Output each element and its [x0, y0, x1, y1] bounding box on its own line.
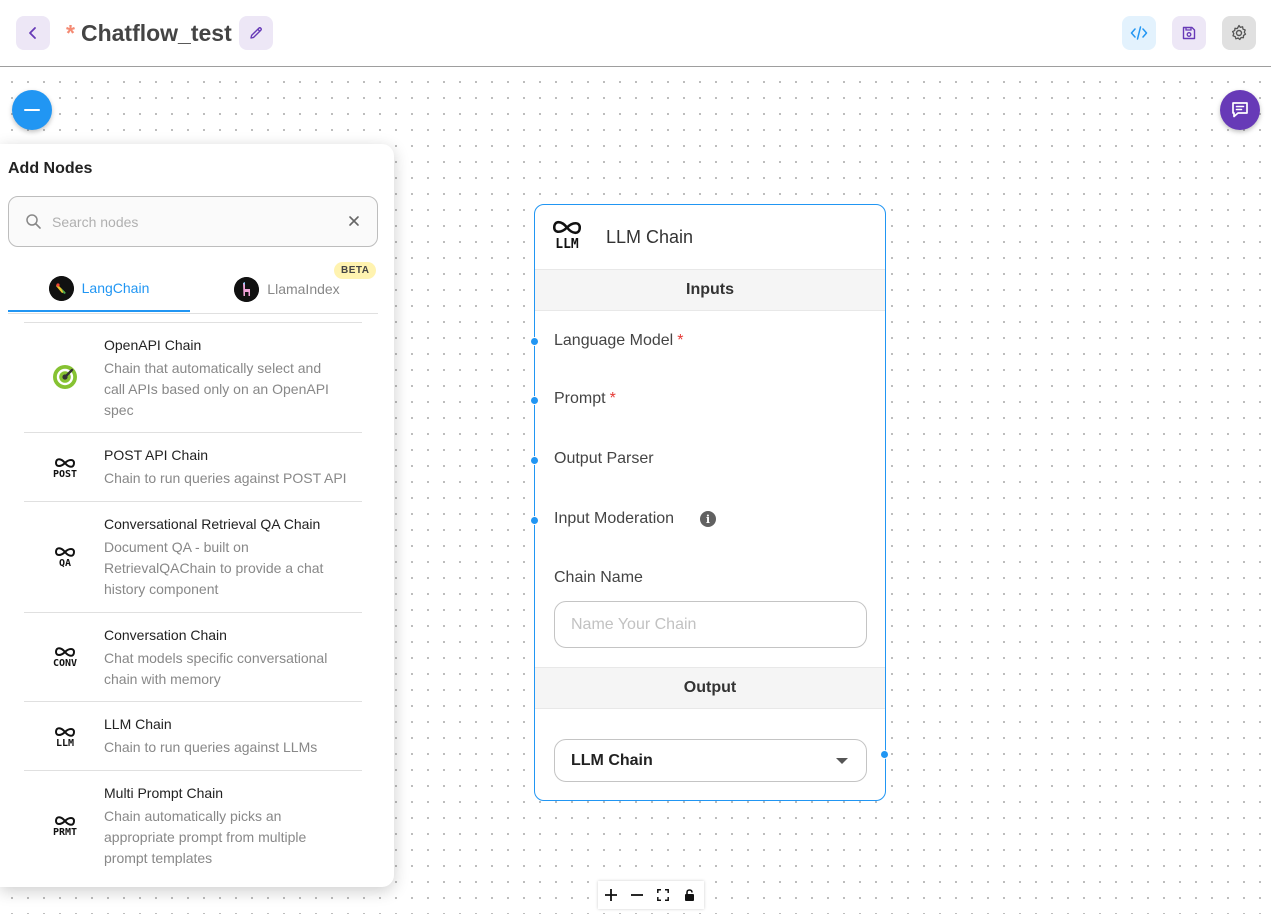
node-list[interactable]: OpenAPI Chain Chain that automatically s… [24, 316, 362, 887]
unsaved-marker: * [66, 19, 75, 46]
tab-llamaindex-label: LlamaIndex [267, 281, 340, 297]
llm-logo-icon: LLM [551, 219, 583, 251]
langchain-parrot-icon [48, 275, 74, 301]
handle-output-parser[interactable] [530, 456, 539, 465]
list-item-openapi-chain[interactable]: OpenAPI Chain Chain that automatically s… [24, 322, 362, 432]
canvas-controls [598, 881, 704, 909]
list-item-description: Chain to run queries against POST API [104, 470, 347, 486]
input-output-parser: Output Parser [554, 450, 654, 467]
qa-chain-icon: QA [48, 540, 82, 574]
node-header: LLM LLM Chain [535, 205, 885, 270]
required-marker: * [609, 390, 616, 407]
edit-title-button[interactable] [239, 16, 273, 50]
input-input-moderation: Input Moderation [554, 510, 675, 527]
chat-message-icon [1232, 102, 1248, 118]
conv-chain-icon: CONV [48, 640, 82, 674]
save-icon [1182, 26, 1196, 40]
handle-input-moderation[interactable] [530, 516, 539, 525]
llm-chain-node[interactable]: LLM LLM Chain Inputs Language Model * Pro… [534, 204, 886, 801]
list-item-name: LLM Chain [104, 716, 172, 732]
tab-langchain-label: LangChain [81, 280, 150, 296]
plus-icon [605, 889, 617, 901]
gear-icon [1231, 24, 1247, 41]
list-item-description: Document QA - built on RetrievalQAChain … [104, 539, 324, 597]
handle-output[interactable] [880, 750, 889, 759]
chatflow-title: * Chatflow_test [66, 16, 232, 50]
lock-icon [684, 889, 694, 901]
openapi-icon [48, 360, 82, 394]
settings-button[interactable] [1222, 16, 1256, 50]
input-prompt: Prompt * [554, 390, 616, 407]
chain-name-label: Chain Name [554, 569, 643, 586]
list-item-name: Multi Prompt Chain [104, 785, 224, 801]
toolbar-header: * Chatflow_test [0, 0, 1271, 67]
output-select-value: LLM Chain [571, 751, 653, 769]
handle-prompt[interactable] [530, 396, 539, 405]
list-item-name: POST API Chain [104, 447, 209, 463]
prmt-chain-icon: PRMT [48, 809, 82, 843]
back-button[interactable] [16, 16, 50, 50]
open-chat-button[interactable] [1220, 90, 1260, 130]
caret-down-icon [836, 758, 848, 764]
zoom-in-button[interactable] [598, 881, 624, 909]
framework-tabs: LangChain LlamaIndex [8, 266, 378, 314]
list-item-description: Chain that automatically select and call… [104, 360, 329, 418]
list-item-description: Chain automatically picks an appropriate… [104, 808, 307, 866]
list-item-name: Conversation Chain [104, 627, 227, 643]
clear-search-icon[interactable] [347, 214, 361, 228]
search-input[interactable] [52, 211, 342, 233]
required-marker: * [677, 332, 684, 349]
list-item-name: Conversational Retrieval QA Chain [104, 516, 321, 532]
minus-icon [24, 109, 40, 111]
list-item-conversation-chain[interactable]: CONV Conversation Chain Chat models spec… [24, 612, 362, 701]
input-language-model: Language Model * [554, 332, 684, 349]
zoom-out-button[interactable] [624, 881, 650, 909]
node-title: LLM Chain [606, 227, 694, 247]
fit-view-button[interactable] [650, 881, 676, 909]
close-add-nodes-button[interactable] [12, 90, 52, 130]
fullscreen-icon [657, 889, 669, 901]
minus-icon [631, 894, 643, 896]
llamaindex-llama-icon [234, 276, 260, 302]
output-section-header: Output [535, 667, 885, 709]
api-code-button[interactable] [1122, 16, 1156, 50]
tab-langchain[interactable]: LangChain [8, 266, 190, 312]
list-item-description: Chat models specific conversational chai… [104, 650, 328, 687]
inputs-section-header: Inputs [535, 269, 885, 311]
add-nodes-panel: Add Nodes LangChain LlamaIndex BETA Op [0, 144, 394, 887]
list-item-multi-prompt-chain[interactable]: PRMT Multi Prompt Chain Chain automatica… [24, 770, 362, 887]
list-item-conversational-retrieval-qa-chain[interactable]: QA Conversational Retrieval QA Chain Doc… [24, 501, 362, 612]
panel-title: Add Nodes [8, 160, 93, 177]
list-item-description: Chain to run queries against LLMs [104, 739, 318, 755]
code-icon [1130, 26, 1148, 40]
search-icon [26, 214, 41, 229]
list-item-llm-chain[interactable]: LLM LLM Chain Chain to run queries again… [24, 701, 362, 770]
pencil-icon [250, 27, 262, 39]
chevron-left-icon [29, 27, 36, 39]
handle-language-model[interactable] [530, 337, 539, 346]
chatflow-name: Chatflow_test [80, 19, 232, 46]
list-item-name: OpenAPI Chain [104, 337, 202, 353]
lock-button[interactable] [676, 881, 702, 909]
post-chain-icon: POST [48, 451, 82, 485]
beta-badge: BETA [334, 262, 377, 279]
save-button[interactable] [1172, 16, 1206, 50]
info-icon[interactable]: i [700, 511, 716, 527]
output-select[interactable]: LLM Chain [554, 739, 867, 782]
search-box [8, 196, 378, 247]
chain-name-input[interactable] [554, 601, 867, 648]
llm-chain-icon: LLM [48, 720, 82, 754]
list-item-post-api-chain[interactable]: POST POST API Chain Chain to run queries… [24, 432, 362, 501]
